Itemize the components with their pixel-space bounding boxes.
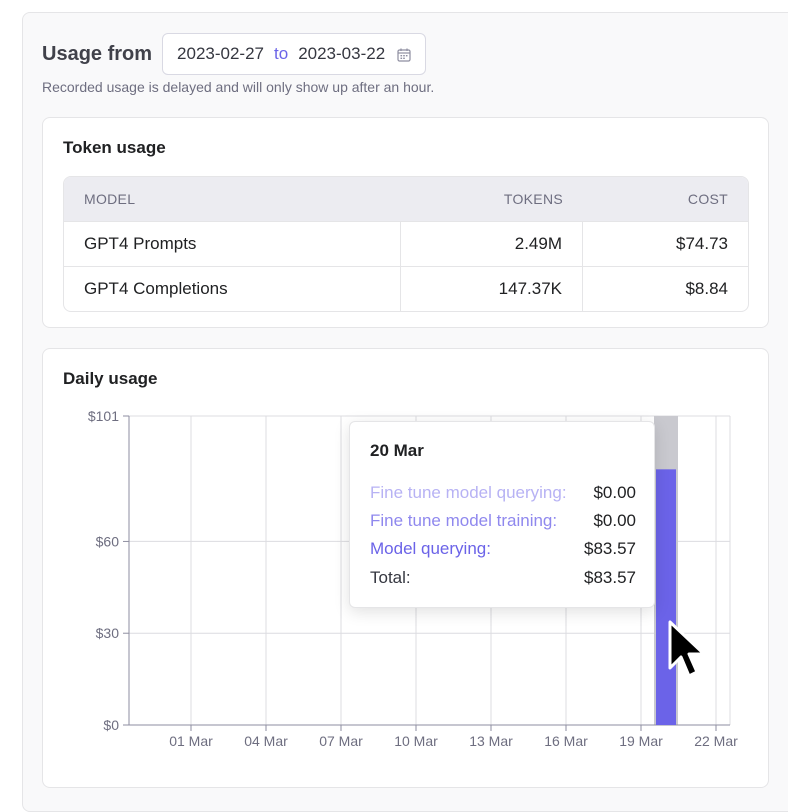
y-tick-label: $0 — [103, 717, 119, 733]
x-tick-label: 01 Mar — [169, 733, 213, 749]
tooltip-date: 20 Mar — [370, 441, 424, 460]
x-tick-label: 10 Mar — [394, 733, 438, 749]
y-tick-label: $30 — [96, 625, 120, 641]
x-tick-label: 22 Mar — [694, 733, 738, 749]
tooltip-value: $83.57 — [584, 539, 636, 558]
tooltip-label: Model querying: — [370, 539, 491, 558]
tooltip-value: $0.00 — [593, 483, 636, 502]
tooltip-row: Total: $83.57 — [370, 568, 636, 588]
x-tick-label: 16 Mar — [544, 733, 588, 749]
x-tick-label: 07 Mar — [319, 733, 363, 749]
x-tick-label: 19 Mar — [619, 733, 663, 749]
tooltip-label: Fine tune model querying: — [370, 483, 567, 502]
tooltip-total-value: $83.57 — [584, 568, 636, 587]
x-tick-label: 04 Mar — [244, 733, 288, 749]
x-tick-label: 13 Mar — [469, 733, 513, 749]
tooltip-total-label: Total: — [370, 568, 411, 587]
y-tick-label: $60 — [96, 533, 120, 549]
chart-tooltip: 20 Mar Fine tune model querying: $0.00 F… — [349, 421, 655, 608]
tooltip-label: Fine tune model training: — [370, 511, 558, 530]
tooltip-value: $0.00 — [593, 511, 636, 530]
tooltip-row: Fine tune model training: $0.00 — [370, 511, 636, 531]
tooltip-row: Model querying: $83.57 — [370, 539, 636, 559]
y-tick-label: $101 — [88, 408, 119, 424]
mouse-pointer-icon — [664, 618, 712, 687]
tooltip-row: Fine tune model querying: $0.00 — [370, 483, 636, 503]
